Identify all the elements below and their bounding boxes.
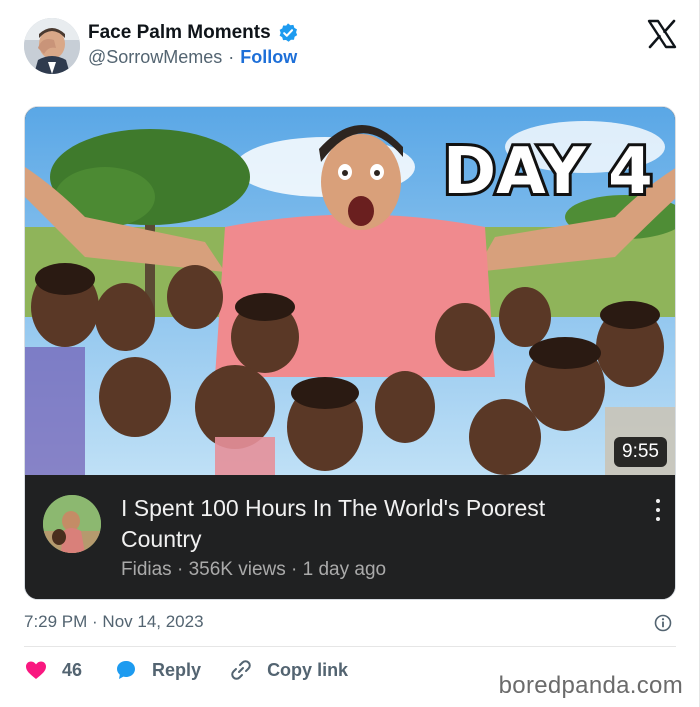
heart-icon	[26, 661, 46, 679]
video-meta: Fidias · 356K views · 1 day ago	[121, 559, 387, 580]
copy-link-button[interactable]: Copy link	[229, 658, 348, 682]
video-thumbnail[interactable]: DAY 4 9:55	[25, 107, 675, 475]
link-icon	[231, 660, 251, 680]
info-icon[interactable]	[654, 614, 672, 632]
copy-link-label: Copy link	[267, 659, 349, 680]
divider	[24, 646, 676, 647]
reply-label: Reply	[152, 659, 202, 680]
video-title[interactable]: I Spent 100 Hours In The World's Poorest…	[121, 493, 611, 555]
tweet-card: Face Palm Moments @SorrowMemes · Follow	[0, 0, 700, 707]
separator-dot: ·	[228, 47, 235, 67]
channel-avatar[interactable]	[43, 495, 101, 553]
reply-button[interactable]: Reply	[114, 658, 201, 682]
x-logo-icon[interactable]	[646, 18, 678, 50]
video-info-panel: I Spent 100 Hours In The World's Poorest…	[25, 475, 675, 599]
video-duration-badge: 9:55	[614, 437, 667, 467]
reply-bubble-icon	[117, 661, 136, 679]
author-handle-row: @SorrowMemes · Follow	[88, 47, 297, 68]
thumbnail-caption: DAY 4	[443, 135, 653, 209]
like-count: 46	[62, 659, 83, 680]
author-handle[interactable]: @SorrowMemes	[88, 47, 222, 68]
follow-button[interactable]: Follow	[240, 47, 297, 68]
post-timestamp[interactable]: 7:29 PM · Nov 14, 2023	[24, 612, 204, 632]
like-button[interactable]: 46	[24, 658, 82, 682]
author-name-row: Face Palm Moments	[88, 22, 299, 44]
thumbnail-scene: DAY 4	[25, 107, 675, 475]
video-card[interactable]: DAY 4 9:55 I Spent 100 Hours In The Worl…	[24, 106, 676, 600]
action-bar: 46 Reply Copy link	[24, 658, 348, 682]
verified-badge-icon	[279, 23, 297, 42]
author-avatar[interactable]	[24, 18, 80, 74]
kebab-menu-icon[interactable]	[655, 499, 661, 521]
author-display-name[interactable]: Face Palm Moments	[88, 22, 271, 44]
watermark: boredpanda.com	[498, 672, 683, 699]
